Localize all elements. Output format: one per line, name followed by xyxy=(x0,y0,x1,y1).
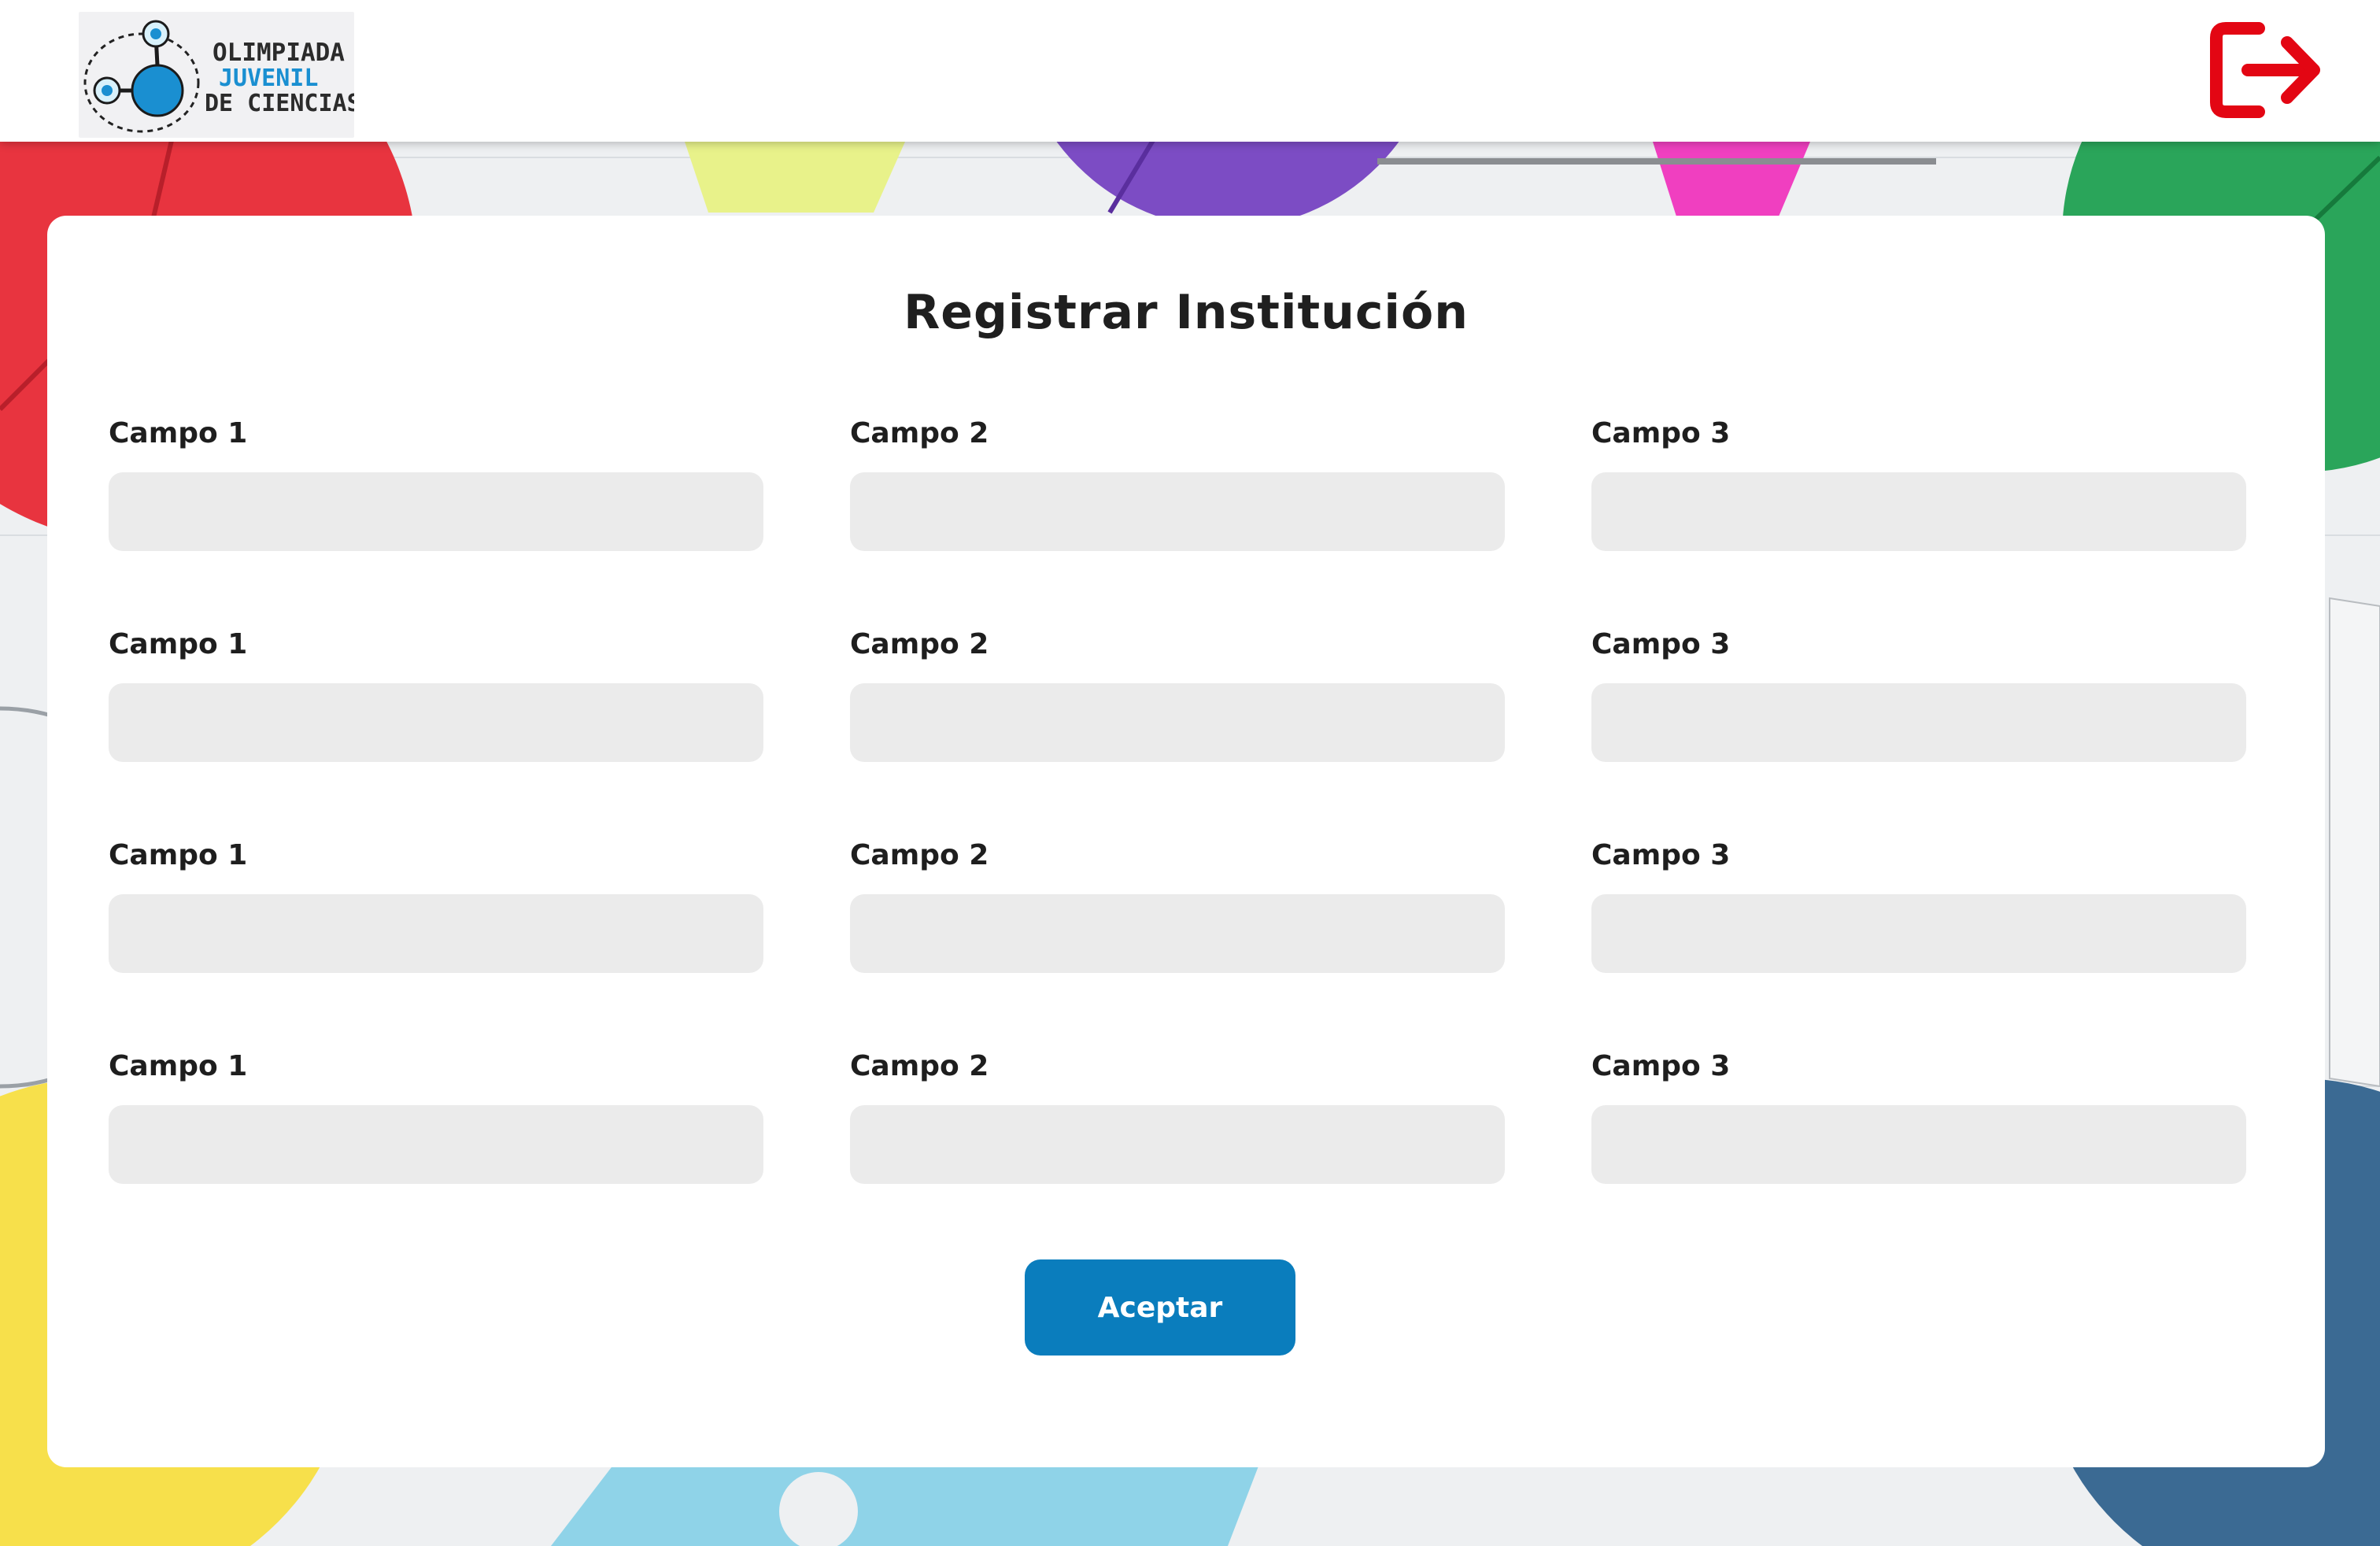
field-label: Campo 3 xyxy=(1591,628,1731,660)
field-label: Campo 1 xyxy=(109,1050,248,1082)
campo-1-input[interactable] xyxy=(109,472,763,551)
field-label: Campo 1 xyxy=(109,417,248,449)
campo-3-input[interactable] xyxy=(1591,683,2246,762)
logout-button[interactable] xyxy=(2210,19,2328,121)
field-label: Campo 2 xyxy=(850,1050,989,1082)
campo-2-input[interactable] xyxy=(850,683,1505,762)
campo-2-input[interactable] xyxy=(850,894,1505,973)
campo-2-input[interactable] xyxy=(850,1105,1505,1184)
campo-1-input[interactable] xyxy=(109,1105,763,1184)
campo-2-input[interactable] xyxy=(850,472,1505,551)
field-label: Campo 3 xyxy=(1591,1050,1731,1082)
accept-button[interactable]: Aceptar xyxy=(1025,1259,1295,1356)
register-institution-card: Registrar Institución Campo 1 Campo 2 Ca… xyxy=(47,216,2325,1467)
campo-3-input[interactable] xyxy=(1591,894,2246,973)
campo-3-input[interactable] xyxy=(1591,472,2246,551)
campo-1-input[interactable] xyxy=(109,894,763,973)
field-label: Campo 2 xyxy=(850,417,989,449)
campo-3-input[interactable] xyxy=(1591,1105,2246,1184)
page-title: Registrar Institución xyxy=(904,285,1469,340)
field-label: Campo 2 xyxy=(850,839,989,871)
logo-text-line1: OLIMPIADA xyxy=(213,39,345,67)
field-label: Campo 2 xyxy=(850,628,989,660)
logo-text-line2: JUVENIL xyxy=(219,65,318,92)
field-label: Campo 3 xyxy=(1591,417,1731,449)
olimpiada-logo[interactable]: OLIMPIADA JUVENIL DE CIENCIAS xyxy=(79,12,354,138)
field-label: Campo 1 xyxy=(109,628,248,660)
field-label: Campo 3 xyxy=(1591,839,1731,871)
top-header: OLIMPIADA JUVENIL DE CIENCIAS xyxy=(0,0,2380,142)
campo-1-input[interactable] xyxy=(109,683,763,762)
logout-arrow-icon xyxy=(2210,22,2320,118)
field-label: Campo 1 xyxy=(109,839,248,871)
logo-text-line3: DE CIENCIAS xyxy=(205,90,354,117)
